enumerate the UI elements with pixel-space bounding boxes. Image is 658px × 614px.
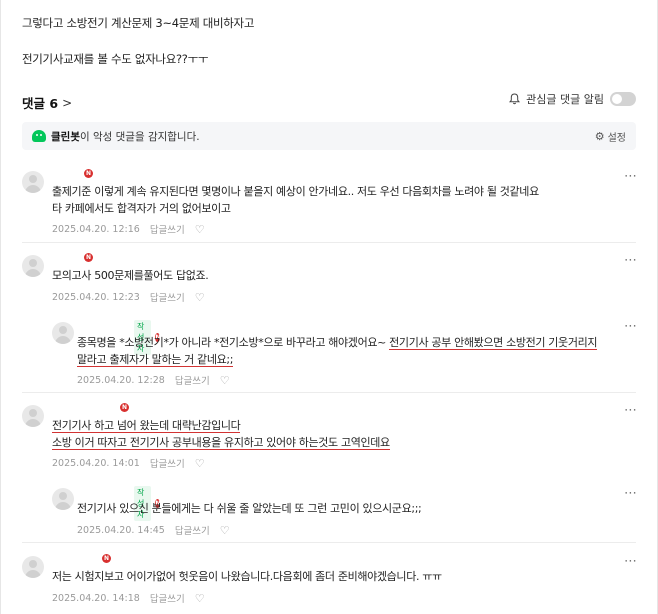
comments-count-label: 댓글 6 — [22, 96, 59, 111]
comment-text: 전기기사 있으신 분들에게는 다 쉬울 줄 알았는데 또 그런 고민이 있으시군… — [77, 500, 422, 517]
comments-count-header[interactable]: 댓글 6 > — [22, 93, 72, 112]
comment-nickname-row[interactable]: N — [84, 253, 93, 262]
comment-meta: 2025.04.20. 12:28 답글쓰기 ♡ — [77, 373, 230, 388]
comment-alert-toggle[interactable] — [610, 92, 636, 106]
gear-icon: ⚙ — [594, 129, 605, 143]
reply-button[interactable]: 답글쓰기 — [150, 290, 185, 304]
bell-icon — [509, 93, 521, 105]
heart-icon[interactable]: ♡ — [195, 223, 205, 236]
comment-alert-setting: 관심글 댓글 알림 — [509, 91, 636, 107]
comment-text-line: 타 카페에서도 합격자가 거의 없어보이고 — [52, 202, 231, 215]
comment-date: 2025.04.20. 12:23 — [52, 291, 140, 303]
comment-text-underlined: 소방 이거 따자고 전기기사 공부내용을 유지하고 있어야 하는것도 고역인데요 — [52, 436, 390, 450]
more-options-icon[interactable]: ⋯ — [624, 320, 637, 333]
comment-text: 전기기사 하고 넘어 왔는데 대략난감입니다 소방 이거 따자고 전기기사 공부… — [52, 417, 390, 451]
more-options-icon[interactable]: ⋯ — [624, 170, 637, 183]
avatar[interactable] — [22, 405, 44, 427]
post-body-line-1: 그렇다고 소방전기 계산문제 3~4문제 대비하자고 — [22, 16, 255, 30]
comment-date: 2025.04.20. 12:16 — [52, 223, 140, 235]
new-badge: N — [120, 403, 129, 412]
comment-text-line: 말라고 출제자가 말하는 거 같네요;; — [77, 351, 597, 368]
more-options-icon[interactable]: ⋯ — [624, 254, 637, 267]
comment-nickname-row[interactable]: N — [84, 169, 93, 178]
avatar[interactable] — [22, 556, 44, 578]
cleanbot-message: 이 악성 댓글을 감지합니다. — [79, 130, 200, 143]
divider — [22, 542, 636, 543]
more-options-icon[interactable]: ⋯ — [624, 404, 637, 417]
heart-icon[interactable]: ♡ — [195, 592, 205, 605]
comment-text-underlined: 말라고 출제자가 말하는 거 같네요;; — [77, 353, 234, 367]
divider — [22, 242, 636, 243]
reply-button[interactable]: 답글쓰기 — [175, 373, 210, 387]
comment-text: 출제기준 이렇게 계속 유지된다면 몇명이나 붙을지 예상이 안가네요.. 저도… — [52, 183, 539, 217]
chevron-right-icon: > — [62, 95, 73, 110]
comment-meta: 2025.04.20. 12:16 답글쓰기 ♡ — [52, 222, 205, 237]
comment-text-line: 저는 시험지보고 어이가없어 헛웃음이 나왔습니다.다음회에 좀더 준비해야겠습… — [52, 570, 442, 583]
cleanbot-name: 클린봇 — [51, 130, 80, 143]
comment-nickname-row[interactable]: N — [120, 403, 129, 412]
reply-button[interactable]: 답글쓰기 — [150, 591, 185, 605]
heart-icon[interactable]: ♡ — [220, 524, 230, 537]
comment-meta: 2025.04.20. 12:23 답글쓰기 ♡ — [52, 290, 205, 305]
new-badge: N — [84, 253, 93, 262]
avatar[interactable] — [22, 171, 44, 193]
reply-button[interactable]: 답글쓰기 — [150, 456, 185, 470]
comment-text-underlined: 전기기사 공부 안해봤으면 소방전기 기웃거리지 — [389, 336, 598, 350]
comment-date: 2025.04.20. 14:18 — [52, 592, 140, 604]
comment-date: 2025.04.20. 14:45 — [77, 524, 165, 536]
avatar[interactable] — [52, 488, 74, 510]
cleanbot-icon — [32, 130, 46, 142]
comment-text-line: 출제기준 이렇게 계속 유지된다면 몇명이나 붙을지 예상이 안가네요.. 저도… — [52, 185, 539, 198]
cleanbot-settings-button[interactable]: ⚙ 설정 — [595, 129, 626, 144]
divider — [22, 392, 636, 393]
comment-meta: 2025.04.20. 14:18 답글쓰기 ♡ — [52, 591, 205, 606]
reply-button[interactable]: 답글쓰기 — [175, 523, 210, 537]
comment-text-line: 전기기사 하고 넘어 왔는데 대략난감입니다 — [52, 417, 390, 434]
comment-text-line: 전기기사 있으신 분들에게는 다 쉬울 줄 알았는데 또 그런 고민이 있으시군… — [77, 502, 422, 515]
new-badge: N — [84, 169, 93, 178]
avatar[interactable] — [22, 255, 44, 277]
more-options-icon[interactable]: ⋯ — [624, 555, 637, 568]
comment-date: 2025.04.20. 12:28 — [77, 374, 165, 386]
comment-text-underlined: 전기기사 하고 넘어 왔는데 대략난감입니다 — [52, 419, 241, 433]
cleanbot-notice: 클린봇 이 악성 댓글을 감지합니다. ⚙ 설정 — [22, 122, 636, 150]
comment-text-line: 종목명을 *소방전기*가 아니라 *전기소방*으로 바꾸라고 해야겠어요~ 전기… — [77, 334, 598, 351]
comment-date: 2025.04.20. 14:01 — [52, 457, 140, 469]
heart-icon[interactable]: ♡ — [220, 374, 230, 387]
heart-icon[interactable]: ♡ — [195, 291, 205, 304]
comment-text: 저는 시험지보고 어이가없어 헛웃음이 나왔습니다.다음회에 좀더 준비해야겠습… — [52, 568, 442, 585]
comment-alert-label: 관심글 댓글 알림 — [526, 93, 604, 106]
comment-text-segment: 종목명을 *소방전기*가 아니라 *전기소방*으로 바꾸라고 해야겠어요~ — [77, 336, 386, 349]
comment-text: 종목명을 *소방전기*가 아니라 *전기소방*으로 바꾸라고 해야겠어요~ 전기… — [77, 334, 598, 368]
comment-meta: 2025.04.20. 14:45 답글쓰기 ♡ — [77, 523, 230, 538]
reply-button[interactable]: 답글쓰기 — [150, 222, 185, 236]
post-body-line-2: 전기기사교재를 볼 수도 없자나요??ㅜㅜ — [22, 52, 209, 66]
heart-icon[interactable]: ♡ — [195, 457, 205, 470]
avatar[interactable] — [52, 322, 74, 344]
more-options-icon[interactable]: ⋯ — [624, 487, 637, 500]
comment-nickname-row[interactable]: N — [102, 554, 111, 563]
comment-text: 모의고사 500문제를풀어도 답없죠. — [52, 267, 209, 284]
comment-text-line: 모의고사 500문제를풀어도 답없죠. — [52, 269, 209, 282]
comment-meta: 2025.04.20. 14:01 답글쓰기 ♡ — [52, 456, 205, 471]
comment-text-line: 소방 이거 따자고 전기기사 공부내용을 유지하고 있어야 하는것도 고역인데요 — [52, 434, 390, 451]
new-badge: N — [102, 554, 111, 563]
cleanbot-settings-label: 설정 — [607, 132, 626, 144]
